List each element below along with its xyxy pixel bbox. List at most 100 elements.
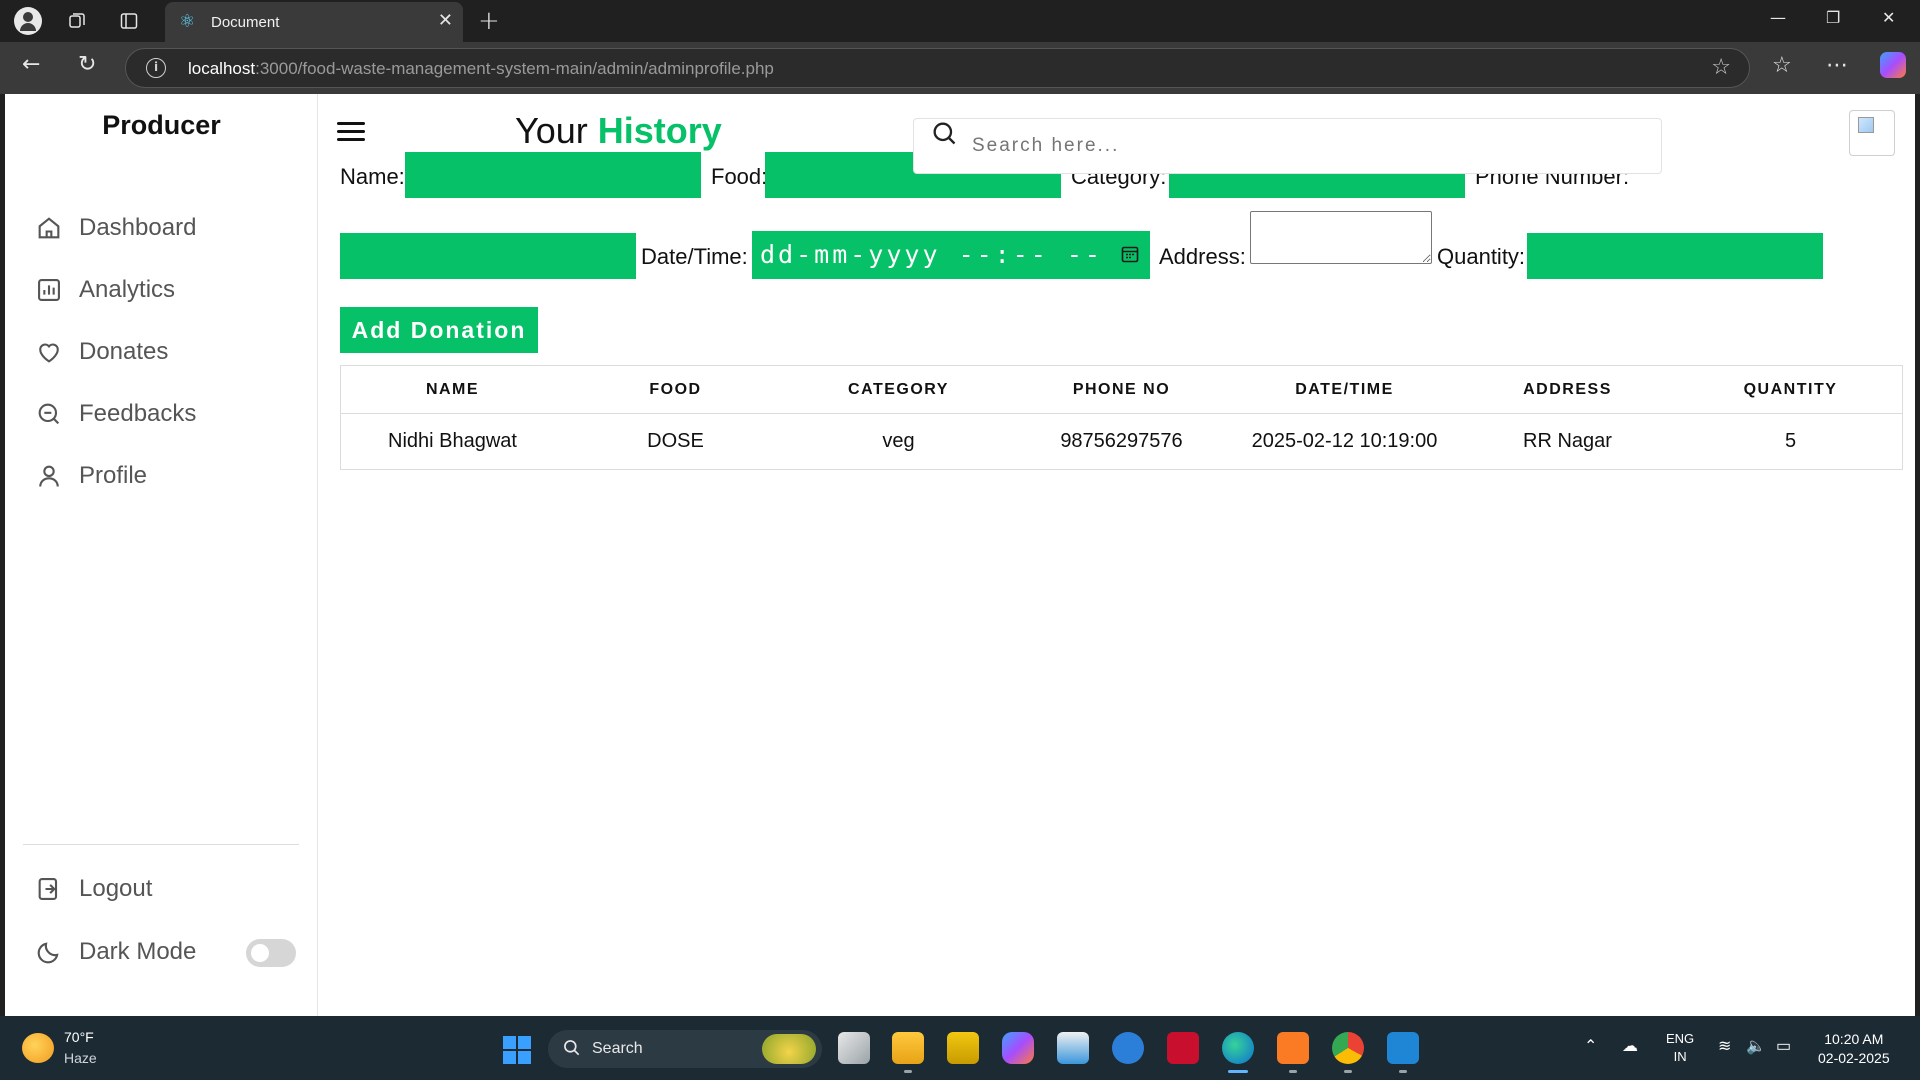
copilot-app-icon[interactable]: [1002, 1032, 1034, 1064]
table-cell: RR Nagar: [1523, 430, 1612, 452]
table-cell: 5: [1784, 430, 1797, 452]
table-cell: Nidhi Bhagwat: [388, 430, 517, 452]
table-row: Nidhi Bhagwat DOSE veg 98756297576 2025-…: [341, 414, 1902, 469]
column-header: DATE/TIME: [1295, 381, 1394, 398]
more-options-icon[interactable]: ⋯: [1826, 53, 1848, 78]
page-viewport: Producer Dashboard Analytics Donates Fee…: [5, 94, 1915, 1016]
url-text[interactable]: localhost:3000/food-waste-management-sys…: [188, 59, 774, 79]
show-hidden-icons-icon[interactable]: ⌃: [1584, 1036, 1597, 1056]
onedrive-icon[interactable]: ☁: [1622, 1036, 1638, 1056]
workspaces-icon[interactable]: [64, 8, 90, 34]
phone-input[interactable]: [340, 233, 636, 279]
page-title: Your History: [515, 110, 722, 151]
datetime-input[interactable]: dd-mm-yyyy --:-- --: [752, 231, 1150, 279]
heart-icon: [39, 343, 59, 363]
food-label: Food:: [711, 164, 768, 189]
dark-mode-toggle[interactable]: [246, 939, 296, 967]
task-view-icon[interactable]: [838, 1032, 870, 1064]
sidebar-item-feedbacks[interactable]: Feedbacks: [35, 394, 196, 434]
xampp-icon[interactable]: [1277, 1032, 1309, 1064]
mcafee-icon[interactable]: [1167, 1032, 1199, 1064]
react-favicon-icon: ⚛: [179, 11, 196, 32]
sidebar-item-label: Feedbacks: [79, 400, 197, 427]
restore-icon[interactable]: ❐: [1826, 8, 1840, 27]
quantity-input[interactable]: [1527, 233, 1823, 279]
running-indicator: [1289, 1070, 1297, 1073]
column-header: NAME: [425, 381, 480, 398]
sidebar-item-label: Analytics: [79, 276, 176, 303]
browser-titlebar: ⚛ Document ✕ + — ❐ ✕: [0, 0, 1920, 42]
name-label: Name:: [340, 164, 405, 189]
vertical-tabs-icon[interactable]: [116, 8, 142, 34]
search-input[interactable]: [972, 135, 1632, 157]
column-header: QUANTITY: [1743, 381, 1838, 398]
microsoft-store-icon[interactable]: [1057, 1032, 1089, 1064]
help-icon[interactable]: [1112, 1032, 1144, 1064]
taskbar-search[interactable]: Search: [548, 1030, 822, 1068]
chat-icon: [38, 403, 60, 425]
weather-description[interactable]: Haze: [64, 1050, 97, 1066]
running-indicator: [1344, 1070, 1352, 1073]
logout-button[interactable]: Logout: [35, 869, 152, 909]
power-bi-icon[interactable]: [947, 1032, 979, 1064]
edge-browser-icon[interactable]: [1222, 1032, 1254, 1064]
avatar[interactable]: [1849, 110, 1895, 156]
favorite-star-icon[interactable]: ☆: [1711, 55, 1731, 80]
volume-icon[interactable]: 🔈: [1746, 1036, 1766, 1056]
home-icon: [38, 217, 60, 239]
minimize-icon[interactable]: —: [1770, 8, 1786, 27]
bar-chart-icon: [38, 279, 60, 301]
menu-toggle-icon[interactable]: [337, 122, 365, 142]
sidebar-item-label: Dashboard: [79, 214, 197, 241]
vscode-icon[interactable]: [1387, 1032, 1419, 1064]
logout-label: Logout: [79, 875, 153, 902]
system-clock[interactable]: 10:20 AM 02-02-2025: [1818, 1030, 1890, 1068]
user-icon: [39, 465, 59, 487]
browser-profile-icon[interactable]: [14, 7, 42, 35]
weather-temperature[interactable]: 70°F: [64, 1029, 94, 1045]
column-header: PHONE NO: [1072, 381, 1171, 398]
search-box: [913, 118, 1662, 174]
search-icon: [564, 1040, 580, 1056]
add-donation-button[interactable]: Add Donation: [340, 307, 538, 353]
table-cell: 98756297576: [1060, 430, 1183, 452]
weather-sun-icon[interactable]: [22, 1033, 54, 1063]
name-input[interactable]: [405, 152, 701, 198]
browser-tab-active[interactable]: ⚛ Document ✕: [165, 2, 463, 42]
favorites-icon[interactable]: ☆: [1772, 53, 1792, 78]
quantity-label: Quantity:: [1437, 244, 1526, 269]
tab-title: Document: [211, 13, 280, 31]
wifi-icon[interactable]: ≋: [1718, 1036, 1731, 1056]
moon-icon: [37, 942, 59, 964]
column-header: ADDRESS: [1523, 381, 1612, 398]
file-explorer-icon[interactable]: [892, 1032, 924, 1064]
battery-icon[interactable]: ▭: [1776, 1036, 1791, 1056]
windows-start-icon[interactable]: [503, 1036, 531, 1064]
sidebar-item-analytics[interactable]: Analytics: [35, 270, 175, 310]
back-arrow-icon[interactable]: ←: [22, 52, 40, 77]
sidebar: Producer Dashboard Analytics Donates Fee…: [5, 94, 318, 1016]
taskbar: 70°F Haze Search ⌃ ☁ ENG IN ≋ 🔈 ▭ 10:20 A…: [0, 1016, 1920, 1080]
copilot-icon[interactable]: [1880, 52, 1906, 78]
table-cell: veg: [882, 430, 915, 452]
table-cell: 2025-02-12 10:19:00: [1251, 430, 1438, 452]
tab-close-icon[interactable]: ✕: [438, 10, 453, 31]
history-table: NAME FOOD CATEGORY PHONE NO DATE/TIME AD…: [340, 365, 1903, 470]
new-tab-icon[interactable]: +: [478, 6, 500, 36]
running-indicator: [904, 1070, 912, 1073]
calendar-icon[interactable]: [1120, 244, 1140, 264]
site-info-icon[interactable]: i: [146, 58, 166, 78]
address-label: Address:: [1159, 244, 1246, 269]
running-indicator: [1399, 1070, 1407, 1073]
chrome-icon[interactable]: [1332, 1032, 1364, 1064]
sidebar-item-donates[interactable]: Donates: [35, 332, 168, 372]
logout-icon: [38, 878, 58, 900]
table-cell: DOSE: [647, 430, 704, 452]
sidebar-item-dashboard[interactable]: Dashboard: [35, 208, 196, 248]
refresh-icon[interactable]: ↻: [78, 52, 96, 77]
close-window-icon[interactable]: ✕: [1882, 8, 1895, 27]
address-bar[interactable]: i localhost:3000/food-waste-management-s…: [125, 48, 1750, 88]
address-textarea[interactable]: [1250, 211, 1432, 264]
sidebar-item-profile[interactable]: Profile: [35, 456, 147, 496]
language-indicator[interactable]: ENG IN: [1666, 1030, 1694, 1066]
